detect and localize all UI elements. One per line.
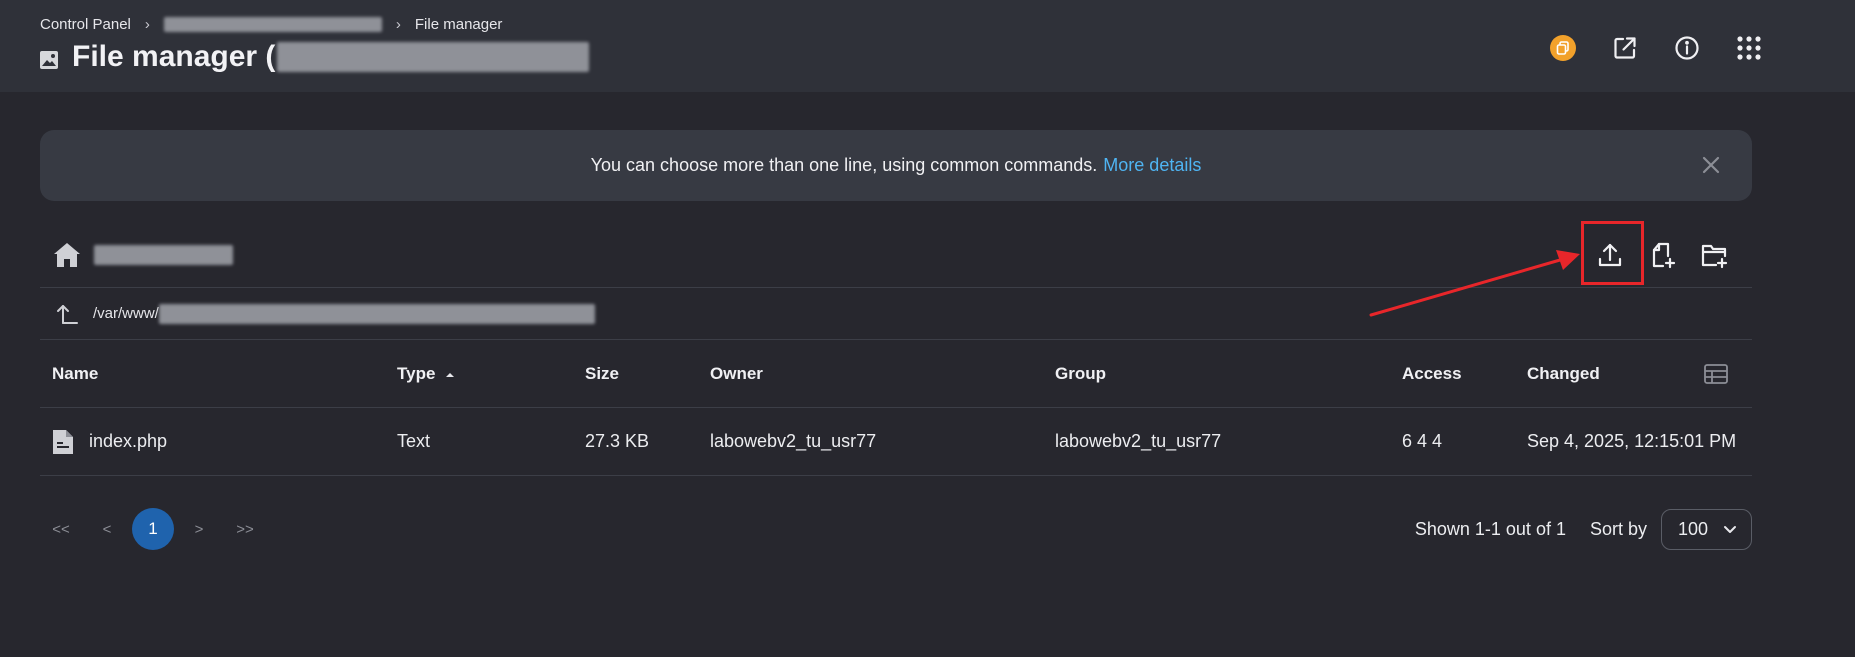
external-link-icon [1614, 37, 1636, 59]
column-name[interactable]: Name [52, 340, 98, 407]
pagination: << < 1 > >> [40, 508, 270, 550]
page-title-text: File manager ( [72, 40, 276, 73]
column-type[interactable]: Type [397, 340, 456, 407]
breadcrumb-control-panel[interactable]: Control Panel [40, 16, 131, 33]
info-icon [1675, 36, 1699, 60]
column-owner[interactable]: Owner [710, 340, 763, 407]
level-up-icon[interactable] [55, 302, 79, 326]
next-page-button[interactable]: > [178, 508, 220, 550]
upload-icon [1598, 243, 1622, 267]
column-settings-button[interactable] [1704, 340, 1728, 407]
upload-button[interactable] [1590, 235, 1630, 275]
file-size: 27.3 KB [585, 431, 650, 451]
info-notice: You can choose more than one line, using… [40, 130, 1752, 201]
file-toolbar [1578, 222, 1734, 288]
notice-text: You can choose more than one line, using… [590, 155, 1098, 175]
account-badge-button[interactable] [1547, 32, 1579, 64]
grid-apps-icon [1737, 36, 1761, 60]
breadcrumb-account-redacted[interactable] [163, 17, 382, 32]
more-details-link[interactable]: More details [1103, 155, 1201, 176]
sort-asc-icon [446, 372, 455, 377]
column-group[interactable]: Group [1055, 340, 1106, 407]
new-file-button[interactable] [1642, 235, 1682, 275]
chevron-down-icon [1724, 526, 1736, 533]
apps-menu-button[interactable] [1733, 32, 1765, 64]
server-row [40, 222, 1752, 288]
column-size[interactable]: Size [585, 340, 619, 407]
file-name[interactable]: index.php [89, 431, 167, 452]
info-button[interactable] [1671, 32, 1703, 64]
chevron-right-icon: › [395, 16, 401, 33]
breadcrumb: Control Panel › › File manager [40, 16, 502, 33]
file-name-cell[interactable]: index.php [52, 408, 167, 475]
file-changed: Sep 4, 2025, 12:15:01 PM [1527, 431, 1737, 451]
column-access[interactable]: Access [1402, 340, 1462, 407]
sort-by-value: 100 [1678, 519, 1709, 539]
table-columns-icon [1704, 363, 1728, 384]
file-group: labowebv2_tu_usr77 [1055, 431, 1222, 451]
chevron-right-icon: › [144, 16, 150, 33]
column-type-label: Type [397, 363, 436, 383]
path-prefix: /var/www/ [93, 305, 159, 322]
home-icon[interactable] [52, 240, 82, 270]
page-header: Control Panel › › File manager File mana… [0, 0, 1855, 92]
page-title: File manager ( [40, 40, 590, 74]
table-header: Name Type Size Owner Group Access Change… [40, 340, 1752, 408]
column-changed[interactable]: Changed [1527, 340, 1600, 407]
folder-plus-icon [1701, 244, 1728, 269]
sort-by-label: Sort by [1589, 519, 1647, 539]
last-page-button[interactable]: >> [224, 508, 266, 550]
image-icon [40, 51, 58, 69]
file-access: 6 4 4 [1402, 431, 1443, 451]
table-footer: Shown 1-1 out of 1 Sort by 100 [1415, 509, 1752, 550]
server-ip-redacted[interactable] [94, 244, 233, 265]
first-page-button[interactable]: << [40, 508, 82, 550]
open-external-button[interactable] [1609, 32, 1641, 64]
breadcrumb-file-manager: File manager [414, 16, 503, 33]
path-remainder-redacted[interactable] [158, 303, 595, 324]
header-actions [1517, 32, 1765, 64]
path-row: /var/www/ [40, 288, 1752, 340]
sort-by-select[interactable]: 100 [1661, 509, 1752, 550]
shown-count: Shown 1-1 out of 1 [1414, 519, 1566, 539]
prev-page-button[interactable]: < [86, 508, 128, 550]
close-icon[interactable] [1700, 154, 1722, 176]
page-1-button[interactable]: 1 [132, 508, 174, 550]
file-type: Text [397, 431, 431, 451]
file-owner: labowebv2_tu_usr77 [710, 431, 877, 451]
file-text-icon [53, 429, 73, 454]
copy-badge-icon [1550, 35, 1576, 61]
file-plus-icon [1652, 242, 1676, 269]
new-folder-button[interactable] [1694, 235, 1734, 275]
table-row[interactable]: index.php Text 27.3 KB labowebv2_tu_usr7… [40, 408, 1752, 476]
page-title-domain-redacted [277, 42, 590, 72]
